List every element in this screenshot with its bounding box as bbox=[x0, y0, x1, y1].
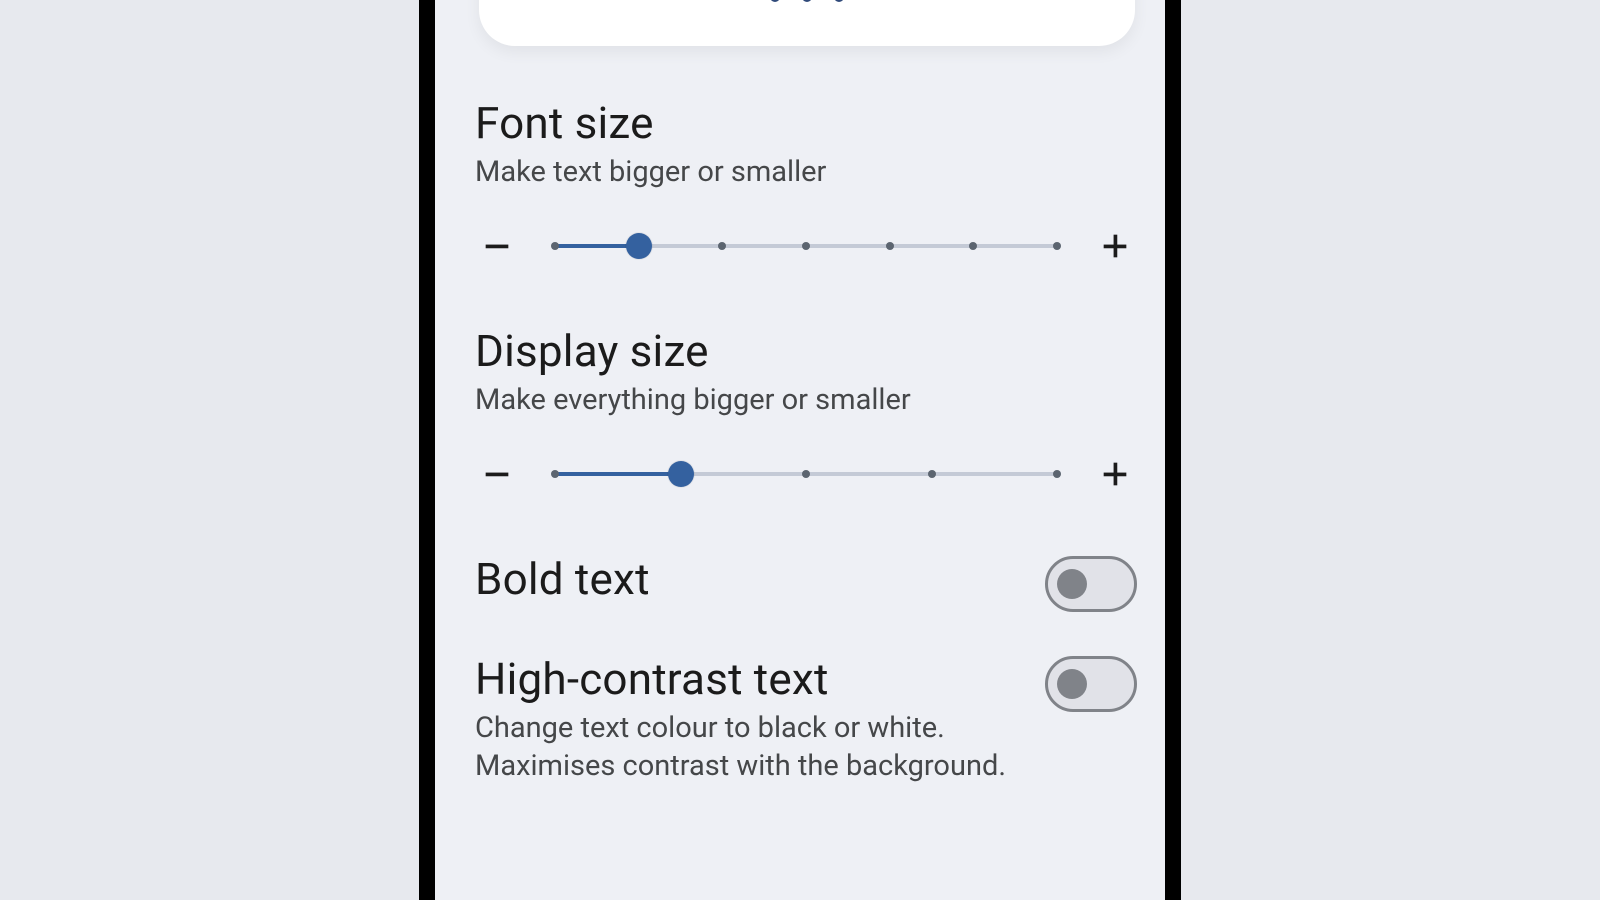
pager-dots bbox=[770, 0, 844, 2]
increase-font-button[interactable] bbox=[1093, 224, 1137, 268]
preview-card bbox=[479, 0, 1135, 46]
high-contrast-row: High-contrast text Change text colour to… bbox=[475, 656, 1137, 786]
toggle-knob bbox=[1057, 569, 1087, 599]
decrease-font-button[interactable] bbox=[475, 224, 519, 268]
increase-display-button[interactable] bbox=[1093, 452, 1137, 496]
slider-tick bbox=[969, 242, 977, 250]
high-contrast-title: High-contrast text bbox=[475, 656, 1021, 702]
settings-list: Font size Make text bigger or smaller bbox=[475, 100, 1137, 900]
slider-thumb[interactable] bbox=[668, 461, 694, 487]
font-size-section: Font size Make text bigger or smaller bbox=[475, 100, 1137, 268]
bold-text-toggle[interactable] bbox=[1045, 556, 1137, 612]
minus-icon bbox=[480, 229, 514, 263]
font-size-subtitle: Make text bigger or smaller bbox=[475, 154, 1137, 192]
display-size-title: Display size bbox=[475, 328, 1137, 374]
pager-dot[interactable] bbox=[770, 0, 780, 2]
slider-tick bbox=[718, 242, 726, 250]
display-size-slider-row bbox=[475, 452, 1137, 496]
display-size-slider[interactable] bbox=[555, 462, 1057, 486]
screen: Font size Make text bigger or smaller bbox=[435, 0, 1165, 900]
slider-tick bbox=[928, 470, 936, 478]
bold-text-title: Bold text bbox=[475, 556, 1021, 602]
font-size-title: Font size bbox=[475, 100, 1137, 146]
minus-icon bbox=[480, 457, 514, 491]
slider-tick bbox=[886, 242, 894, 250]
font-size-slider-row bbox=[475, 224, 1137, 268]
slider-tick bbox=[551, 470, 559, 478]
slider-tick bbox=[1053, 242, 1061, 250]
font-size-slider[interactable] bbox=[555, 234, 1057, 258]
high-contrast-toggle[interactable] bbox=[1045, 656, 1137, 712]
slider-tick bbox=[1053, 470, 1061, 478]
slider-tick bbox=[802, 470, 810, 478]
slider-track-fill bbox=[557, 472, 683, 476]
display-size-subtitle: Make everything bigger or smaller bbox=[475, 382, 1137, 420]
plus-icon bbox=[1098, 457, 1132, 491]
pager-dot[interactable] bbox=[834, 0, 844, 2]
device-frame: Font size Make text bigger or smaller bbox=[419, 0, 1181, 900]
display-size-section: Display size Make everything bigger or s… bbox=[475, 328, 1137, 496]
plus-icon bbox=[1098, 229, 1132, 263]
bold-text-row: Bold text bbox=[475, 556, 1137, 612]
slider-tick bbox=[802, 242, 810, 250]
slider-tick bbox=[551, 242, 559, 250]
pager-dot-active[interactable] bbox=[802, 0, 812, 2]
decrease-display-button[interactable] bbox=[475, 452, 519, 496]
toggle-knob bbox=[1057, 669, 1087, 699]
high-contrast-subtitle: Change text colour to black or white. Ma… bbox=[475, 710, 1021, 785]
slider-thumb[interactable] bbox=[626, 233, 652, 259]
